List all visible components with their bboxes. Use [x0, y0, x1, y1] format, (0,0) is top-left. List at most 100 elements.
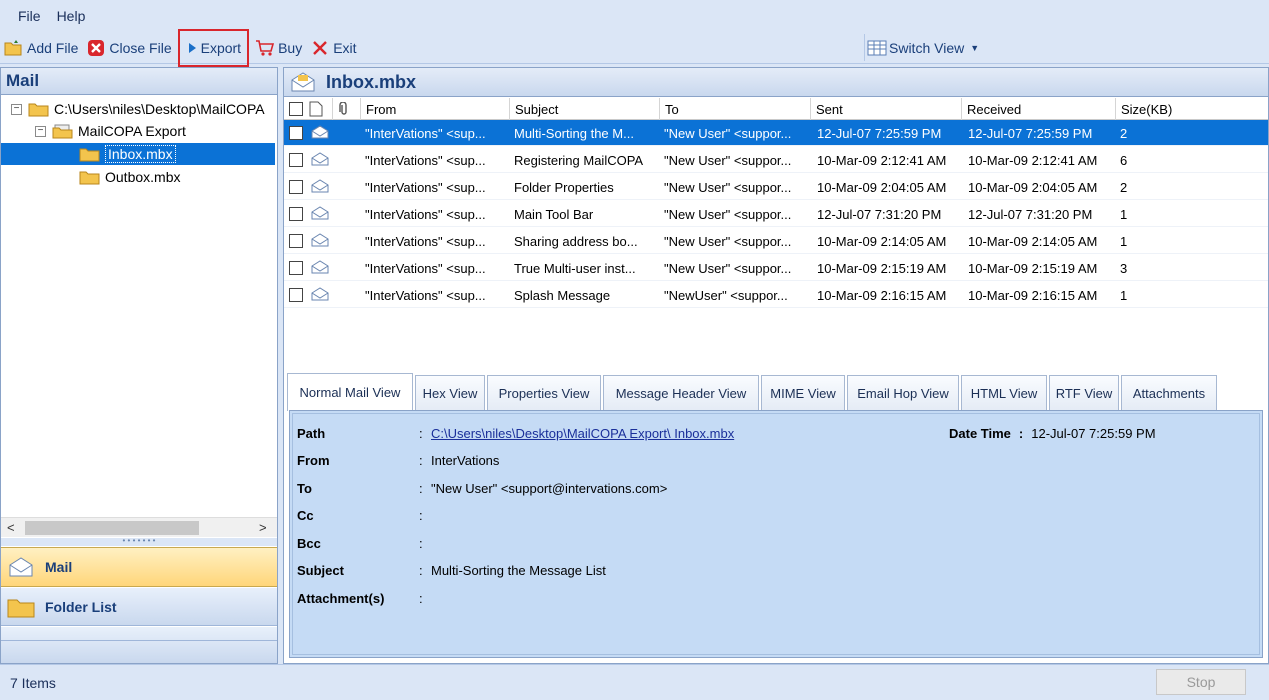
add-file-button[interactable]: Add File — [0, 34, 82, 62]
row-sent: 10-Mar-09 2:12:41 AM — [817, 152, 947, 168]
message-row[interactable]: "InterVations" <sup... True Multi-user i… — [284, 255, 1268, 281]
tree-node-root[interactable]: − C:\Users\niles\Desktop\MailCOPA — [11, 98, 265, 120]
scroll-right-icon[interactable]: > — [259, 520, 267, 535]
tab-attachments[interactable]: Attachments — [1121, 375, 1217, 411]
row-checkbox[interactable] — [289, 126, 303, 140]
row-checkbox[interactable] — [289, 234, 303, 248]
row-size: 2 — [1120, 179, 1128, 195]
tab-properties-view[interactable]: Properties View — [487, 375, 601, 411]
field-cc: Cc : — [297, 507, 423, 523]
row-checkbox[interactable] — [289, 261, 303, 275]
message-row[interactable]: "InterVations" <sup... Multi-Sorting the… — [284, 120, 1268, 146]
folder-title-bar: Inbox.mbx — [284, 68, 1268, 97]
row-checkbox[interactable] — [289, 153, 303, 167]
collapse-icon[interactable]: − — [11, 103, 22, 115]
folder-title: Inbox.mbx — [326, 71, 417, 92]
message-row[interactable]: "InterVations" <sup... Folder Properties… — [284, 174, 1268, 200]
tree-node-outbox[interactable]: Outbox.mbx — [79, 166, 180, 188]
header-attachment-column[interactable] — [332, 98, 360, 120]
document-icon — [309, 101, 323, 117]
row-checkbox[interactable] — [289, 207, 303, 221]
exit-button[interactable]: Exit — [306, 34, 360, 62]
row-from: "InterVations" <sup... — [365, 152, 486, 168]
envelope-icon — [311, 179, 329, 193]
tab-html-view[interactable]: HTML View — [961, 375, 1047, 411]
mail-detail-content: Path : C:\Users\niles\Desktop\MailCOPA E… — [292, 413, 1260, 655]
row-subject: Multi-Sorting the M... — [514, 125, 634, 141]
row-checkbox[interactable] — [289, 180, 303, 194]
select-all-checkbox[interactable] — [284, 98, 306, 120]
tree-horizontal-scrollbar[interactable]: < > — [1, 517, 277, 537]
paperclip-icon — [339, 102, 347, 115]
folder-stack-icon — [52, 124, 73, 139]
scroll-left-icon[interactable]: < — [7, 520, 15, 535]
field-attachments: Attachment(s) : — [297, 590, 423, 606]
stop-button[interactable]: Stop — [1156, 669, 1246, 695]
message-row[interactable]: "InterVations" <sup... Splash Message "N… — [284, 282, 1268, 308]
header-to[interactable]: To — [659, 98, 810, 120]
header-subject[interactable]: Subject — [509, 98, 659, 120]
folder-open-icon — [79, 148, 100, 162]
row-to: "New User" <suppor... — [664, 125, 792, 141]
scroll-thumb[interactable] — [25, 521, 199, 535]
row-checkbox[interactable] — [289, 288, 303, 302]
nav-mail-button[interactable]: Mail — [1, 547, 277, 587]
tab-rtf-view[interactable]: RTF View — [1049, 375, 1119, 411]
envelope-icon — [291, 72, 315, 92]
row-size: 2 — [1120, 125, 1128, 141]
row-sent: 10-Mar-09 2:14:05 AM — [817, 233, 947, 249]
grid-view-icon — [867, 40, 889, 56]
right-pane: Inbox.mbx From Subject To Sent Received … — [283, 67, 1269, 664]
message-row[interactable]: "InterVations" <sup... Sharing address b… — [284, 228, 1268, 254]
row-received: 10-Mar-09 2:16:15 AM — [968, 287, 1098, 303]
collapse-icon[interactable]: − — [35, 125, 46, 137]
switch-view-button[interactable]: Switch View ▼ — [864, 34, 1268, 61]
message-list-header: From Subject To Sent Received Size(KB) — [284, 98, 1268, 120]
tree-node-export-folder[interactable]: − MailCOPA Export — [35, 120, 186, 142]
row-to: "New User" <suppor... — [664, 260, 792, 276]
header-size[interactable]: Size(KB) — [1115, 98, 1268, 120]
header-sent[interactable]: Sent — [810, 98, 961, 120]
path-link[interactable]: C:\Users\niles\Desktop\MailCOPA Export\ … — [431, 426, 734, 441]
buy-button[interactable]: Buy — [251, 34, 306, 62]
message-row[interactable]: "InterVations" <sup... Registering MailC… — [284, 147, 1268, 173]
row-sent: 10-Mar-09 2:15:19 AM — [817, 260, 947, 276]
tab-message-header-view[interactable]: Message Header View — [603, 375, 759, 411]
header-type-column[interactable] — [304, 98, 332, 120]
tab-email-hop-view[interactable]: Email Hop View — [847, 375, 959, 411]
export-button[interactable]: Export — [177, 28, 250, 67]
tab-mime-view[interactable]: MIME View — [761, 375, 845, 411]
header-from[interactable]: From — [360, 98, 509, 120]
close-file-button[interactable]: Close File — [82, 34, 175, 62]
play-arrow-icon — [186, 39, 198, 57]
row-to: "New User" <suppor... — [664, 152, 792, 168]
tree-node-inbox[interactable]: Inbox.mbx — [1, 143, 275, 165]
row-from: "InterVations" <sup... — [365, 206, 486, 222]
row-size: 6 — [1120, 152, 1128, 168]
toolbar: Add File Close File Export Buy Exit Swit… — [0, 28, 1269, 67]
row-size: 1 — [1120, 233, 1128, 249]
envelope-icon — [311, 125, 329, 139]
tab-hex-view[interactable]: Hex View — [415, 375, 485, 411]
envelope-icon — [311, 260, 329, 274]
row-size: 3 — [1120, 260, 1128, 276]
folder-icon — [7, 599, 35, 617]
envelope-icon — [311, 206, 329, 220]
nav-folder-list-button[interactable]: Folder List — [1, 588, 277, 626]
row-sent: 12-Jul-07 7:25:59 PM — [817, 125, 942, 141]
menu-help[interactable]: Help — [49, 8, 94, 24]
message-list: "InterVations" <sup... Multi-Sorting the… — [284, 120, 1268, 364]
cart-icon — [255, 39, 275, 57]
field-path: Path : C:\Users\niles\Desktop\MailCOPA E… — [297, 425, 735, 441]
row-to: "New User" <suppor... — [664, 179, 792, 195]
tab-normal-mail-view[interactable]: Normal Mail View — [287, 373, 413, 411]
row-subject: Main Tool Bar — [514, 206, 594, 222]
view-tabs: Normal Mail View Hex View Properties Vie… — [287, 373, 1265, 411]
folder-tree: − C:\Users\niles\Desktop\MailCOPA − Mail… — [1, 96, 277, 516]
menu-file[interactable]: File — [10, 8, 49, 24]
message-row[interactable]: "InterVations" <sup... Main Tool Bar "Ne… — [284, 201, 1268, 227]
envelope-icon — [9, 557, 33, 577]
menu-bar: File Help — [0, 0, 1269, 32]
splitter-grip[interactable]: • • • • • • • — [1, 537, 277, 546]
header-received[interactable]: Received — [961, 98, 1115, 120]
